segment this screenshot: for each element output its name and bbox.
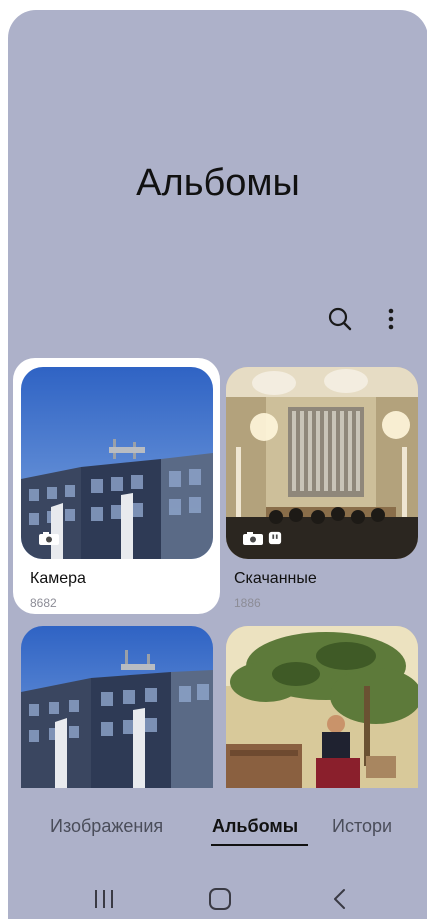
- album-thumbnail-downloads[interactable]: [226, 367, 418, 559]
- tab-stories[interactable]: Истори: [332, 816, 392, 837]
- download-icon: [268, 531, 282, 545]
- camera-icon: [39, 532, 59, 545]
- camera-icon: [243, 532, 263, 545]
- search-icon[interactable]: [325, 304, 355, 334]
- album-name: Скачанные: [234, 570, 317, 587]
- album-name: Камера: [30, 570, 86, 587]
- more-vertical-icon[interactable]: [376, 304, 406, 334]
- tab-images[interactable]: Изображения: [50, 816, 163, 837]
- gallery-screen: Альбомы Камера 8682 Скачанные 1886 Изобр…: [8, 10, 427, 919]
- tab-overflow-fade: [388, 816, 427, 846]
- recents-icon[interactable]: [90, 886, 118, 912]
- album-count: 1886: [234, 596, 261, 610]
- back-icon[interactable]: [326, 886, 354, 912]
- home-icon[interactable]: [206, 886, 234, 912]
- tab-active-indicator: [211, 844, 308, 846]
- tab-albums[interactable]: Альбомы: [212, 816, 298, 837]
- album-thumbnail-camera[interactable]: [21, 367, 213, 559]
- page-title: Альбомы: [136, 162, 300, 204]
- bottom-tab-bar: Изображения Альбомы Истори: [8, 816, 427, 856]
- album-thumbnail[interactable]: [21, 626, 213, 788]
- album-count: 8682: [30, 596, 57, 610]
- album-thumbnail[interactable]: [226, 626, 418, 788]
